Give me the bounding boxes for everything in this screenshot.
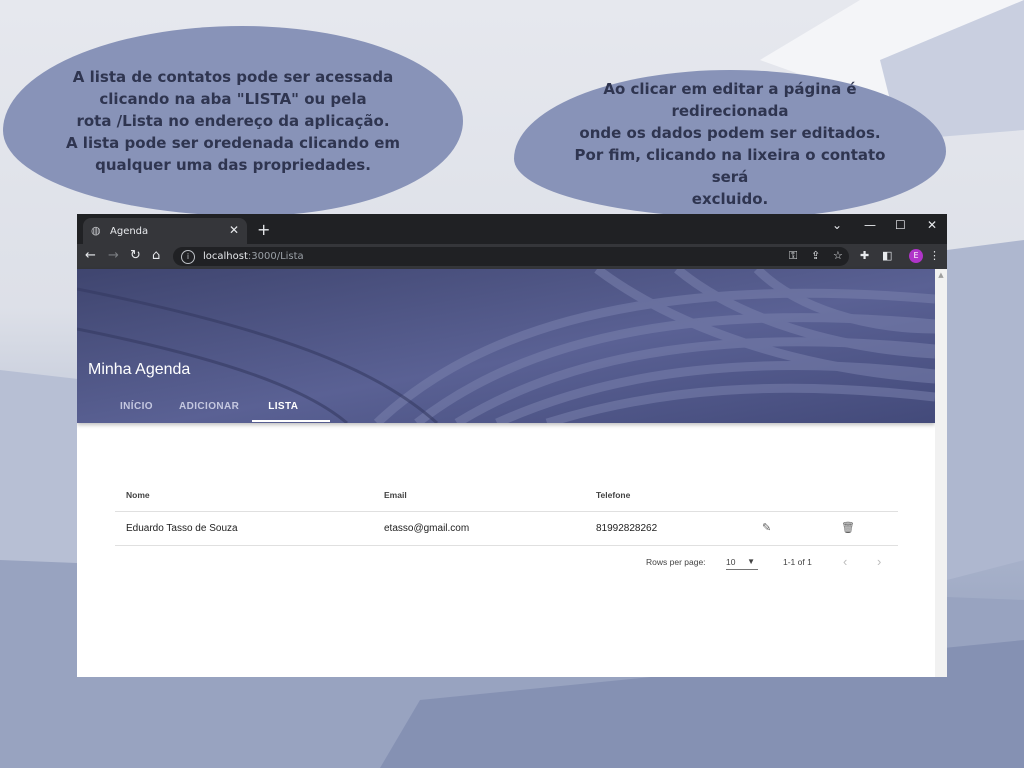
column-header-nome[interactable]: Nome: [126, 479, 150, 511]
table-header-row: Nome Email Telefone: [115, 479, 898, 512]
contacts-table: Nome Email Telefone Eduardo Tasso de Sou…: [115, 479, 898, 570]
address-bar[interactable]: i localhost:3000/Lista: [173, 247, 849, 266]
previous-page-icon[interactable]: ‹: [843, 554, 847, 569]
tab-adicionar[interactable]: ADICIONAR: [166, 393, 252, 420]
new-tab-icon[interactable]: +: [257, 220, 270, 239]
key-icon[interactable]: ⚿: [789, 249, 797, 263]
callout-right: Ao clicar em editar a página é redirecio…: [514, 70, 946, 218]
cell-telefone: 81992828262: [596, 523, 658, 534]
cell-nome: Eduardo Tasso de Souza: [126, 523, 238, 534]
tab-lista[interactable]: LISTA: [252, 393, 331, 422]
browser-toolbar: ← → ↻ ⌂ i localhost:3000/Lista ⚿ ⇪ ☆ ✚ ◧…: [77, 244, 947, 269]
caret-down-icon: ▼: [747, 557, 755, 566]
reload-icon[interactable]: ↻: [130, 248, 141, 263]
app-nav-tabs: INÍCIO ADICIONAR LISTA: [107, 393, 331, 422]
url-path: :3000/Lista: [247, 251, 304, 262]
home-icon[interactable]: ⌂: [152, 248, 160, 263]
extensions-icon[interactable]: ✚: [860, 249, 869, 262]
url-host: localhost: [203, 251, 248, 262]
column-header-telefone[interactable]: Telefone: [596, 479, 630, 511]
trash-icon[interactable]: 🗑: [841, 512, 855, 545]
rows-per-page-label: Rows per page:: [646, 557, 706, 567]
pencil-icon[interactable]: ✎: [762, 512, 771, 545]
share-icon[interactable]: ⇪: [811, 249, 820, 262]
maximize-icon[interactable]: ☐: [895, 218, 906, 232]
site-info-icon[interactable]: i: [181, 249, 195, 264]
forward-icon[interactable]: →: [108, 248, 119, 263]
globe-icon: ◍: [91, 224, 101, 237]
pagination-range: 1-1 of 1: [783, 557, 812, 567]
table-pagination: Rows per page: 10 ▼ 1-1 of 1 ‹ ›: [115, 547, 898, 587]
page-content: Minha Agenda INÍCIO ADICIONAR LISTA Nome…: [77, 269, 935, 677]
tab-search-icon[interactable]: ⌄: [832, 218, 842, 232]
menu-kebab-icon[interactable]: ⋮: [929, 249, 940, 262]
browser-tab-agenda[interactable]: ◍ Agenda ✕: [83, 218, 247, 244]
vertical-scrollbar[interactable]: ▲: [935, 269, 947, 677]
browser-tab-title: Agenda: [110, 225, 149, 237]
app-title: Minha Agenda: [88, 361, 191, 378]
browser-window: ◍ Agenda ✕ + ⌄ — ☐ ✕ ← → ↻ ⌂ i localhost…: [77, 214, 947, 677]
callout-left-text: A lista de contatos pode ser acessada cl…: [65, 68, 401, 174]
table-row: Eduardo Tasso de Souza etasso@gmail.com …: [115, 512, 898, 546]
column-header-email[interactable]: Email: [384, 479, 407, 511]
minimize-icon[interactable]: —: [864, 218, 876, 232]
side-panel-icon[interactable]: ◧: [882, 249, 892, 262]
bookmark-star-icon[interactable]: ☆: [833, 249, 843, 262]
profile-avatar[interactable]: E: [909, 249, 923, 263]
callout-right-text: Ao clicar em editar a página é redirecio…: [574, 80, 886, 208]
tab-inicio[interactable]: INÍCIO: [107, 393, 166, 420]
close-tab-icon[interactable]: ✕: [229, 223, 239, 237]
tab-strip: ◍ Agenda ✕ + ⌄ — ☐ ✕: [77, 214, 947, 244]
rows-per-page-select[interactable]: 10 ▼: [726, 557, 758, 570]
next-page-icon[interactable]: ›: [877, 554, 881, 569]
app-header: Minha Agenda INÍCIO ADICIONAR LISTA: [77, 269, 935, 423]
rows-per-page-value: 10: [726, 557, 736, 567]
scroll-up-icon[interactable]: ▲: [935, 271, 947, 279]
cell-email: etasso@gmail.com: [384, 523, 470, 534]
back-icon[interactable]: ←: [85, 248, 96, 263]
close-window-icon[interactable]: ✕: [927, 218, 937, 232]
